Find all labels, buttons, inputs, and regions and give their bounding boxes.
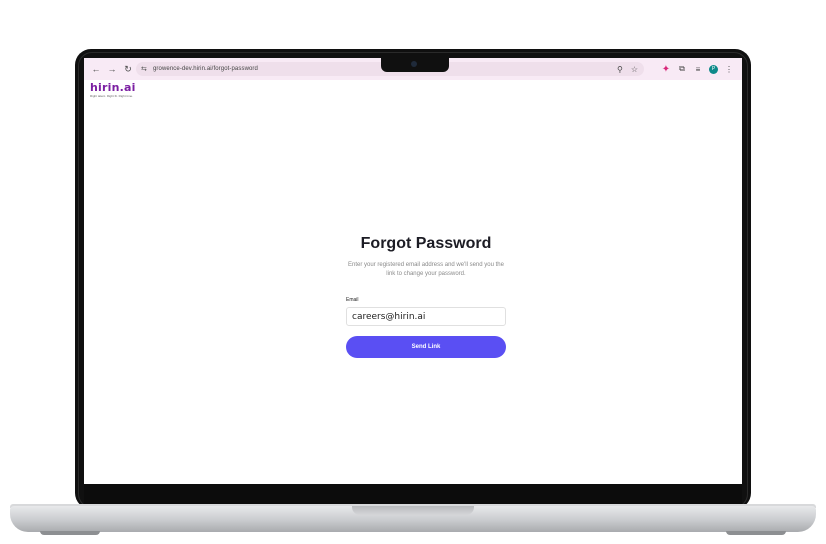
- media-controls-icon[interactable]: ≡: [690, 65, 706, 74]
- forward-icon[interactable]: →: [105, 62, 119, 76]
- bookmark-star-icon[interactable]: ☆: [631, 65, 638, 74]
- laptop-screen: ← → ↻ ⇆ growence-dev.hirin.ai/forgot-pas…: [84, 58, 742, 484]
- laptop-foot-left: [40, 531, 100, 535]
- menu-kebab-icon[interactable]: ⋮: [721, 65, 737, 74]
- url-text[interactable]: growence-dev.hirin.ai/forgot-password: [153, 66, 258, 72]
- email-field[interactable]: careers@hirin.ai: [346, 307, 506, 326]
- site-info-icon[interactable]: ⇆: [141, 65, 150, 73]
- laptop-base-notch: [352, 506, 474, 515]
- email-label: Email: [346, 297, 359, 303]
- send-link-button[interactable]: Send Link: [346, 336, 506, 358]
- reload-icon[interactable]: ↻: [121, 62, 135, 76]
- back-icon[interactable]: ←: [89, 62, 103, 76]
- omnibox-actions: ⚲ ☆: [609, 62, 638, 76]
- page-subtitle: Enter your registered email address and …: [348, 262, 504, 277]
- gemini-icon[interactable]: ✦: [658, 64, 674, 75]
- brand-tagline: Right talent. Right fit. Right time.: [90, 94, 134, 98]
- laptop-foot-right: [726, 531, 786, 535]
- brand-name: hirin.ai: [90, 81, 136, 94]
- toolbar-actions: ✦ ⧉ ≡ P ⋮: [658, 58, 737, 80]
- page-title: Forgot Password: [360, 235, 492, 252]
- profile-avatar[interactable]: P: [709, 64, 718, 74]
- brand-logo[interactable]: hirin.ai Right talent. Right fit. Right …: [90, 81, 136, 99]
- laptop-chin: [84, 484, 742, 504]
- extensions-icon[interactable]: ⧉: [674, 64, 690, 74]
- camera-icon: [411, 61, 417, 67]
- zoom-icon[interactable]: ⚲: [617, 65, 623, 74]
